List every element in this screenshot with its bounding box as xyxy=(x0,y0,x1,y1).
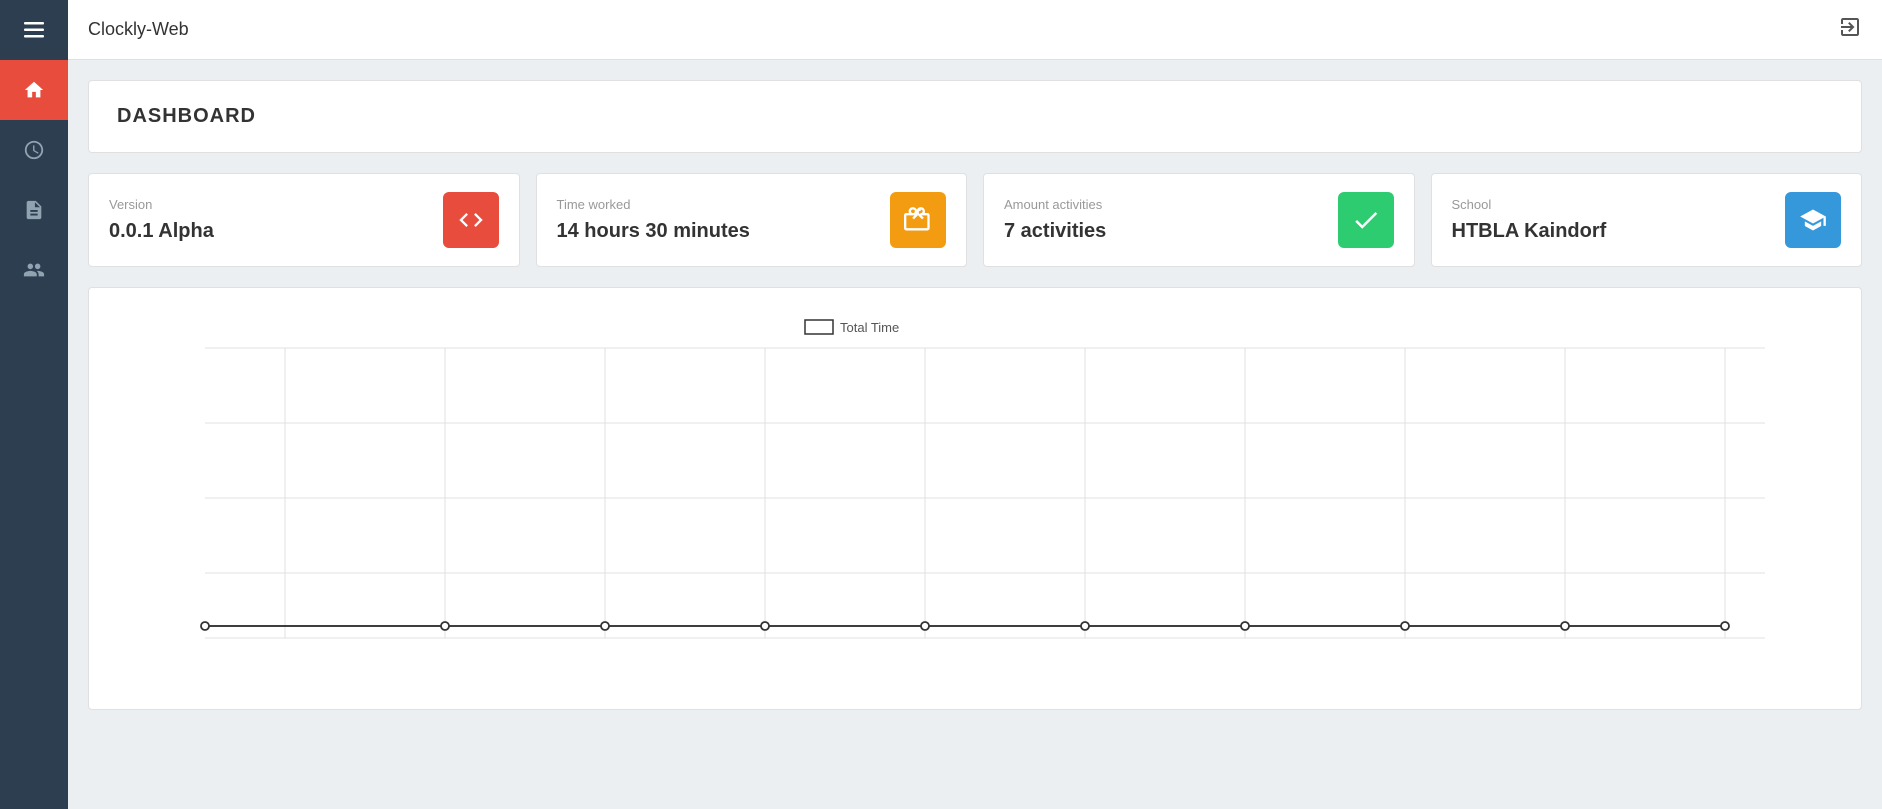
page-title: DASHBOARD xyxy=(117,105,1833,128)
main-content: Clockly-Web DASHBOARD Version 0.0.1 Alph… xyxy=(68,0,1882,809)
code-icon xyxy=(443,192,499,248)
stat-card-activities: Amount activities 7 activities xyxy=(983,173,1415,267)
check-icon xyxy=(1338,192,1394,248)
version-label: Version xyxy=(109,197,214,212)
app-title: Clockly-Web xyxy=(88,19,189,40)
page-content: DASHBOARD Version 0.0.1 Alpha Time wo xyxy=(68,60,1882,809)
dashboard-header-card: DASHBOARD xyxy=(88,80,1862,153)
time-worked-label: Time worked xyxy=(557,197,750,212)
stat-card-version: Version 0.0.1 Alpha xyxy=(88,173,520,267)
sidebar xyxy=(0,0,68,809)
sidebar-item-home[interactable] xyxy=(0,60,68,120)
school-icon xyxy=(1785,192,1841,248)
stat-cards-row: Version 0.0.1 Alpha Time worked 14 hours… xyxy=(88,173,1862,267)
version-value: 0.0.1 Alpha xyxy=(109,220,214,243)
school-value: HTBLA Kaindorf xyxy=(1452,220,1607,243)
activities-value: 7 activities xyxy=(1004,220,1106,243)
logout-button[interactable] xyxy=(1838,15,1862,45)
school-label: School xyxy=(1452,197,1607,212)
stat-card-time-worked: Time worked 14 hours 30 minutes xyxy=(536,173,968,267)
menu-toggle-button[interactable] xyxy=(0,0,68,60)
time-worked-value: 14 hours 30 minutes xyxy=(557,220,750,243)
sidebar-item-reports[interactable] xyxy=(0,180,68,240)
clock-icon xyxy=(890,192,946,248)
stat-card-school: School HTBLA Kaindorf xyxy=(1431,173,1863,267)
sidebar-item-timer[interactable] xyxy=(0,120,68,180)
chart-card: Total Time xyxy=(88,287,1862,710)
topbar: Clockly-Web xyxy=(68,0,1882,60)
line-chart: Total Time xyxy=(105,308,1845,688)
activities-label: Amount activities xyxy=(1004,197,1106,212)
svg-text:Total Time: Total Time xyxy=(840,320,899,335)
sidebar-item-users[interactable] xyxy=(0,240,68,300)
